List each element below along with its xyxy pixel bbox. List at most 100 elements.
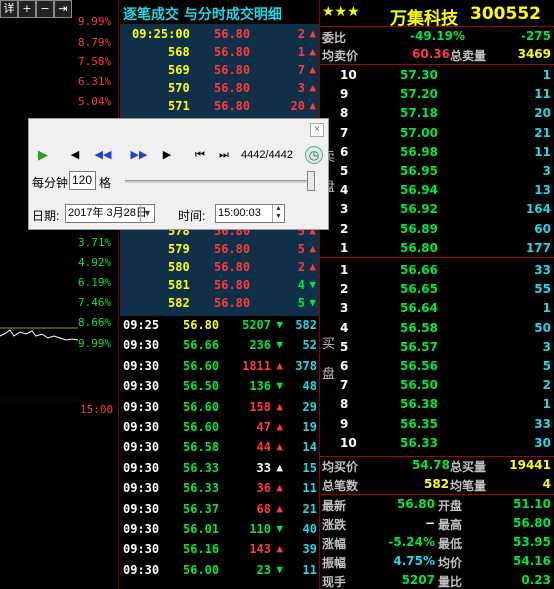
avg-buy-price: 54.78 xyxy=(412,458,450,472)
stat-value: -5.24% xyxy=(388,535,435,549)
tick-row: 581 56.80 4 ▼ xyxy=(120,276,319,294)
go-last-icon[interactable]: ⏭ xyxy=(216,147,232,163)
time-picker[interactable]: 15:00:03 ▲ ▼ xyxy=(215,204,285,223)
tick-count: 19 xyxy=(302,420,317,434)
sell-price: 56.89 xyxy=(400,221,438,236)
buy-level-row: 10 56.33 30 xyxy=(320,434,554,452)
tick-price: 56.80 xyxy=(214,242,251,256)
stat-value: 0.23 xyxy=(521,573,551,587)
left-toolbar: 详 + − ⇥ xyxy=(0,0,78,18)
total-trades-row: 总笔数 582 均笔量 4 xyxy=(320,475,554,493)
sell-volume: 21 xyxy=(534,125,551,140)
tick-price: 56.60 xyxy=(183,358,220,373)
tick-time: 582 xyxy=(168,296,190,310)
per-minute-label: 每分钟 xyxy=(32,176,69,190)
sell-volume: 164 xyxy=(525,202,551,217)
tick-count: 378 xyxy=(295,358,317,373)
tick-row: 582 56.80 5 ▼ xyxy=(120,294,319,312)
buy-price: 56.65 xyxy=(400,282,438,297)
pct-label: 4.92% xyxy=(78,256,112,269)
buy-volume: 1 xyxy=(542,397,551,412)
sell-level: 9 xyxy=(340,87,349,102)
weibi-row: 委比 -49.19% -275 xyxy=(320,27,554,45)
sell-volume: 60 xyxy=(534,221,551,236)
step-back-icon[interactable]: ◀ xyxy=(67,147,83,163)
sell-volume: 11 xyxy=(534,144,551,159)
tick-price: 56.80 xyxy=(214,99,251,113)
buy-level-row: 1 56.66 33 xyxy=(320,261,554,279)
arrow-up-icon: ▲ xyxy=(309,260,316,273)
buy-level-row: 2 56.65 55 xyxy=(320,280,554,298)
sell-price: 57.00 xyxy=(400,125,438,140)
tick-volume: 3 xyxy=(297,81,305,95)
total-trades-label: 总笔数 xyxy=(322,479,359,493)
detail-button[interactable]: 详 xyxy=(0,0,18,18)
pct-label: 9.99% xyxy=(78,337,112,350)
speed-slider-track[interactable] xyxy=(125,180,315,183)
fast-forward-icon[interactable]: ▶▶ xyxy=(127,147,151,163)
arrow-up-icon: ▲ xyxy=(276,501,283,515)
stat-value: 51.10 xyxy=(513,497,551,511)
tick-row: 568 56.80 1 ▲ xyxy=(120,43,319,61)
total-sell-volume: 3469 xyxy=(517,47,551,61)
buy-volume: 50 xyxy=(534,320,551,335)
arrow-down-icon: ▼ xyxy=(276,379,283,393)
sell-price: 57.30 xyxy=(400,68,438,82)
sell-level: 7 xyxy=(340,125,349,140)
tick-price: 56.80 xyxy=(214,278,251,292)
zoom-in-button[interactable]: + xyxy=(18,0,36,18)
collapse-button[interactable]: ⇥ xyxy=(54,0,72,18)
play-icon[interactable]: ▶ xyxy=(35,147,51,163)
sell-level-row: 7 57.00 21 xyxy=(320,124,554,142)
sell-volume: 177 xyxy=(525,240,551,255)
arrow-up-icon: ▲ xyxy=(309,27,316,40)
avg-buy-label: 均买价 xyxy=(322,460,359,474)
tick-volume: 36 xyxy=(256,481,271,496)
tick-time: 580 xyxy=(168,260,190,274)
date-picker[interactable]: 2017年 3月28日 ▼ xyxy=(65,204,155,223)
stat-label: 振幅 xyxy=(322,556,347,570)
stat-value: 56.80 xyxy=(513,516,551,530)
close-icon[interactable]: × xyxy=(310,123,324,137)
spin-arrows-icon[interactable]: ▲ ▼ xyxy=(272,205,284,222)
minute-row: 09:30 56.33 33 ▲ 15 xyxy=(120,459,319,477)
arrow-up-icon: ▲ xyxy=(309,63,316,76)
dropdown-arrow-icon[interactable]: ▼ xyxy=(140,205,154,222)
arrow-down-icon: ▼ xyxy=(276,318,283,331)
buy-level: 6 xyxy=(340,359,349,373)
zoom-out-button[interactable]: − xyxy=(36,0,54,18)
avg-per-trade-value: 4 xyxy=(542,477,551,491)
tick-price: 56.66 xyxy=(183,338,220,353)
pct-label: 8.79% xyxy=(78,36,112,49)
tick-volume: 136 xyxy=(249,379,271,394)
sell-level: 4 xyxy=(340,183,349,198)
step-forward-icon[interactable]: ▶ xyxy=(159,147,175,163)
buy-level-row: 4 56.58 50 xyxy=(320,319,554,337)
tick-volume: 7 xyxy=(297,63,305,77)
tick-price: 56.01 xyxy=(183,522,220,536)
tick-time: 09:25:00 xyxy=(132,27,190,41)
tick-volume: 5207 xyxy=(242,318,271,332)
rating-stars: ★★★ xyxy=(322,4,360,20)
tick-time: 569 xyxy=(168,63,190,77)
go-first-icon[interactable]: ⏮ xyxy=(192,147,208,163)
sell-price: 56.98 xyxy=(400,144,438,159)
stat-value: 54.16 xyxy=(513,554,551,568)
buy-level-row: 6 56.56 5 xyxy=(320,357,554,375)
total-sell-label: 总卖量 xyxy=(450,49,487,63)
per-minute-input[interactable]: 120 xyxy=(69,171,96,190)
clock-icon[interactable]: ◷ xyxy=(305,146,323,164)
tick-count: 582 xyxy=(295,318,317,332)
arrow-up-icon: ▲ xyxy=(276,399,283,413)
tick-count: 29 xyxy=(302,399,317,414)
speed-slider-thumb[interactable] xyxy=(307,171,315,191)
stat-label: 最低 xyxy=(438,537,463,551)
tick-time: 09:30 xyxy=(123,338,160,353)
sell-level: 6 xyxy=(340,144,349,159)
tick-volume: 2 xyxy=(297,27,305,41)
tick-price: 56.58 xyxy=(183,440,220,455)
total-buy-label: 总买量 xyxy=(450,460,487,474)
fast-backward-icon[interactable]: ◀◀ xyxy=(91,147,115,163)
buy-level: 9 xyxy=(340,416,349,431)
buy-price: 56.66 xyxy=(400,263,438,277)
